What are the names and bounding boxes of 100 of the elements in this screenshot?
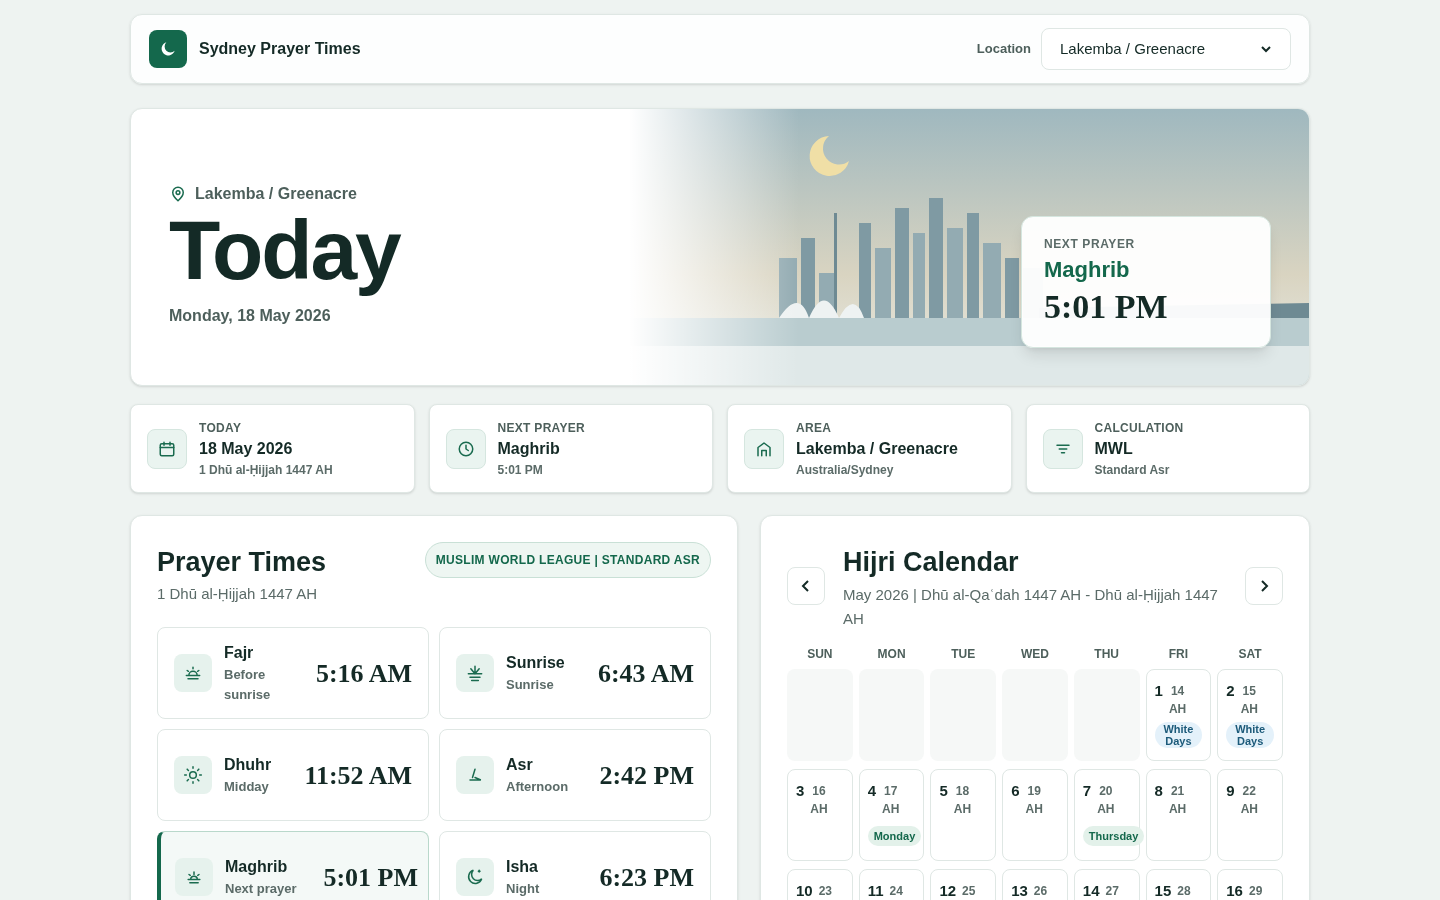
- gregorian-day: 11: [867, 881, 884, 900]
- prayer-note: Night: [506, 880, 541, 898]
- location-select[interactable]: Lakemba / Greenacre: [1041, 28, 1291, 70]
- gregorian-day: 16: [1226, 881, 1243, 900]
- hijri-day: 21: [1170, 781, 1185, 800]
- calendar-day[interactable]: 8 21 AH: [1145, 768, 1212, 861]
- prayer-name: Asr: [506, 755, 534, 775]
- era-label: AH: [882, 800, 900, 818]
- era-label: AH: [1240, 700, 1258, 718]
- stat-label: AREA: [796, 419, 833, 437]
- logo-icon: [149, 30, 187, 68]
- hijri-day: 29: [1248, 881, 1263, 900]
- prayer-name: Fajr: [224, 643, 255, 663]
- hijri-day: 27: [1105, 881, 1119, 900]
- stat-subtext: 5:01 PM: [497, 461, 544, 479]
- calendar-day[interactable]: 13 26: [1002, 868, 1068, 900]
- calendar-day[interactable]: 6 19 AH: [1002, 768, 1068, 861]
- calendar-day[interactable]: 4 17 AH Monday: [858, 768, 925, 861]
- gregorian-day: 14: [1082, 881, 1100, 900]
- era-label: AH: [1097, 800, 1115, 818]
- calendar-day[interactable]: 1 14 AH White Days: [1145, 668, 1212, 761]
- sun-icon: [183, 765, 203, 785]
- hijri-day: 25: [962, 881, 976, 900]
- app-title: Sydney Prayer Times: [199, 39, 361, 59]
- hijri-day: 22: [1242, 781, 1256, 800]
- stat-value: 18 May 2026: [199, 438, 294, 459]
- calendar-icon: [158, 439, 176, 458]
- calendar-day[interactable]: 9 22 AH: [1217, 768, 1283, 861]
- calendar-day[interactable]: 16 29: [1217, 868, 1283, 900]
- stat-subtext: Australia/Sydney: [796, 461, 895, 479]
- hijri-day: 23: [818, 881, 833, 900]
- next-prayer-time: 5:01 PM: [1044, 287, 1169, 328]
- gregorian-day: 15: [1154, 881, 1172, 900]
- next-month-button[interactable]: [1245, 567, 1283, 606]
- gregorian-day: 12: [939, 881, 957, 900]
- gregorian-day: 1: [1154, 681, 1163, 700]
- panel-title: Prayer Times: [157, 546, 327, 579]
- map-pin-icon: [169, 185, 187, 203]
- hijri-day: 17: [884, 781, 898, 800]
- hero-date: Monday, 18 May 2026: [169, 306, 332, 326]
- prayer-time: 6:43 AM: [597, 657, 694, 690]
- hijri-day: 18: [955, 781, 970, 800]
- weekday-label: FRI: [1167, 645, 1190, 663]
- calendar-day[interactable]: 14 27: [1073, 868, 1140, 900]
- gregorian-day: 2: [1226, 681, 1235, 700]
- era-label: AH: [1025, 800, 1043, 818]
- clock-icon: [456, 439, 475, 458]
- weekday-label: SAT: [1237, 645, 1263, 663]
- stat-label: NEXT PRAYER: [497, 419, 586, 437]
- next-prayer-label: NEXT PRAYER: [1044, 236, 1136, 254]
- next-prayer-name: Maghrib: [1044, 256, 1131, 285]
- weekday-label: MON: [876, 645, 907, 663]
- previous-month-button[interactable]: [787, 567, 825, 606]
- day-tag: Thursday: [1082, 825, 1145, 846]
- stat-subtext: Standard Asr: [1094, 461, 1171, 479]
- day-tag: Monday: [867, 825, 922, 846]
- gregorian-day: 4: [867, 781, 877, 800]
- calendar-day[interactable]: 2 15 AH White Days: [1217, 668, 1283, 761]
- sunrise-icon: [465, 663, 485, 683]
- gregorian-day: 8: [1154, 781, 1163, 800]
- gregorian-day: 5: [939, 781, 948, 800]
- hijri-day: 15: [1242, 681, 1256, 700]
- prayer-note: Midday: [224, 778, 270, 796]
- stat-label: CALCULATION: [1094, 419, 1184, 437]
- gregorian-day: 9: [1226, 781, 1235, 800]
- hijri-day: 14: [1170, 681, 1185, 700]
- hijri-day: 19: [1027, 781, 1041, 800]
- weekday-label: TUE: [950, 645, 977, 663]
- hijri-day: 26: [1033, 881, 1048, 900]
- calendar-day[interactable]: 3 16 AH: [787, 768, 853, 861]
- gregorian-day: 3: [796, 781, 805, 800]
- hijri-day: 24: [889, 881, 903, 900]
- hero-location: Lakemba / Greenacre: [195, 184, 357, 204]
- calendar-day[interactable]: 12 25: [930, 868, 997, 900]
- era-label: AH: [1240, 800, 1258, 818]
- hijri-day: 20: [1099, 781, 1113, 800]
- calendar-day[interactable]: 15 28: [1145, 868, 1212, 900]
- moon-icon: [465, 867, 485, 887]
- prayer-name: Maghrib: [225, 857, 289, 877]
- prayer-note: Next prayer: [225, 880, 298, 898]
- prayer-time: 2:42 PM: [599, 759, 694, 792]
- prayer-name: Sunrise: [506, 653, 566, 673]
- gregorian-day: 6: [1011, 781, 1020, 800]
- weekday-label: THU: [1093, 645, 1121, 663]
- prayer-time: 5:01 PM: [323, 861, 418, 894]
- calendar-day[interactable]: 11 24: [858, 868, 925, 900]
- era-label: AH: [953, 800, 972, 818]
- stat-subtext: 1 Dhū al-Ḥijjah 1447 AH: [199, 461, 333, 479]
- prayer-time: 5:16 AM: [315, 657, 412, 690]
- calendar-title: Hijri Calendar: [843, 546, 1020, 579]
- stat-value: Lakemba / Greenacre: [796, 438, 958, 459]
- calendar-day[interactable]: 5 18 AH: [930, 768, 997, 861]
- stat-value: MWL: [1094, 438, 1134, 459]
- prayer-note: Sunrise: [506, 676, 555, 694]
- prayer-note: Before sunrise: [224, 666, 272, 704]
- day-tag: White Days: [1154, 721, 1203, 748]
- calendar-day[interactable]: 10 23: [787, 868, 853, 900]
- era-label: AH: [1168, 700, 1187, 718]
- panel-subtitle: 1 Dhū al-Ḥijjah 1447 AH: [157, 583, 319, 604]
- gregorian-day: 10: [796, 881, 813, 900]
